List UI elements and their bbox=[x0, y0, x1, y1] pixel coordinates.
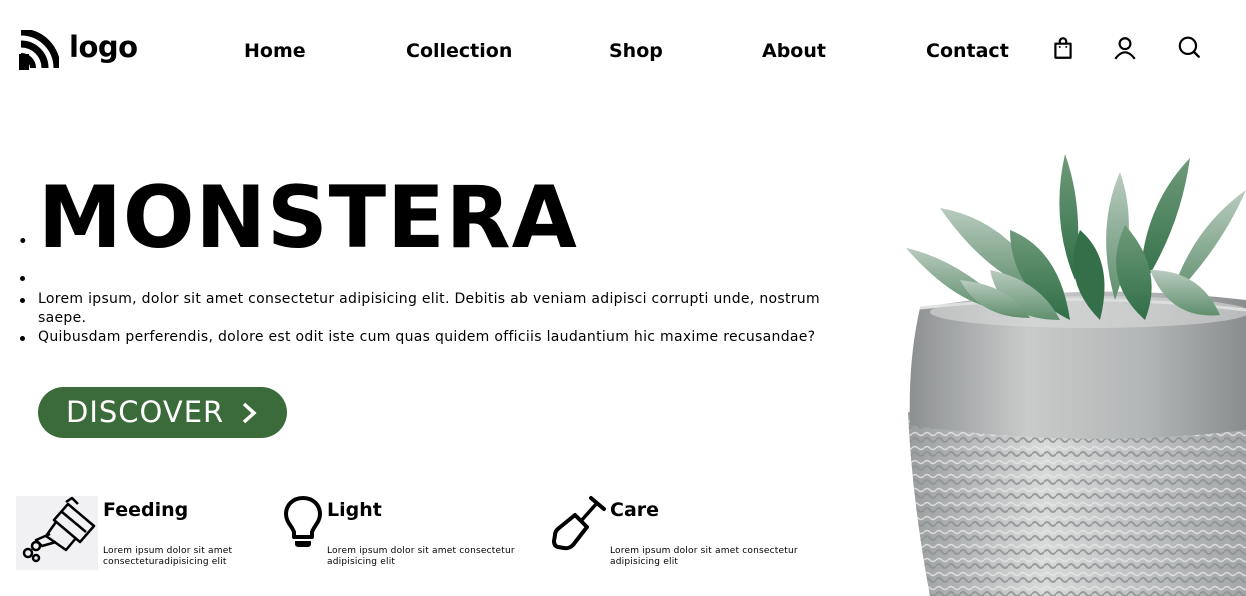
discover-button[interactable]: DISCOVER bbox=[38, 387, 287, 438]
nav-collection[interactable]: Collection bbox=[406, 40, 512, 62]
feature-desc-line: adipisicing elit bbox=[610, 557, 679, 567]
discover-button-label: DISCOVER bbox=[66, 395, 225, 429]
logo-mark-icon bbox=[19, 30, 59, 70]
feature-title-care: Care bbox=[610, 499, 660, 521]
feature-desc-line: Lorem ipsum dolor sit amet consectetur bbox=[327, 546, 515, 556]
feature-desc-line: consecteturadipisicing elit bbox=[103, 557, 227, 567]
feature-desc-line: Lorem ipsum dolor sit amet consectetur bbox=[610, 546, 798, 556]
empty-list-item bbox=[20, 272, 48, 286]
hero-paragraph-2: Quibusdam perferendis, dolore est odit i… bbox=[20, 328, 823, 347]
feature-desc-feeding: Lorem ipsum dolor sit amet consecteturad… bbox=[103, 546, 232, 568]
feature-desc-light: Lorem ipsum dolor sit amet consectetur a… bbox=[327, 546, 515, 568]
shopping-bag-icon[interactable] bbox=[1049, 34, 1077, 62]
feature-title-light: Light bbox=[327, 499, 382, 521]
lightbulb-icon bbox=[283, 495, 323, 549]
hero-title: MONSTERA bbox=[20, 168, 578, 268]
user-icon[interactable] bbox=[1111, 34, 1139, 62]
nav-about[interactable]: About bbox=[762, 40, 826, 62]
nav-shop[interactable]: Shop bbox=[609, 40, 663, 62]
logo[interactable]: logo bbox=[19, 30, 138, 70]
succulent-pot-image bbox=[906, 154, 1246, 596]
nav-contact[interactable]: Contact bbox=[926, 40, 1009, 62]
feature-desc-line: Lorem ipsum dolor sit amet bbox=[103, 546, 233, 556]
shovel-icon bbox=[551, 495, 607, 551]
search-icon[interactable] bbox=[1175, 34, 1203, 62]
logo-text: logo bbox=[69, 30, 138, 64]
chevron-right-icon bbox=[242, 402, 257, 424]
nav-home[interactable]: Home bbox=[244, 40, 306, 62]
feature-title-feeding: Feeding bbox=[103, 499, 189, 521]
watering-can-icon bbox=[16, 496, 98, 570]
feature-desc-line: adipisicing elit bbox=[327, 557, 396, 567]
hero-paragraph-1: Lorem ipsum, dolor sit amet consectetur … bbox=[20, 290, 823, 328]
feature-desc-care: Lorem ipsum dolor sit amet consectetur a… bbox=[610, 546, 798, 568]
